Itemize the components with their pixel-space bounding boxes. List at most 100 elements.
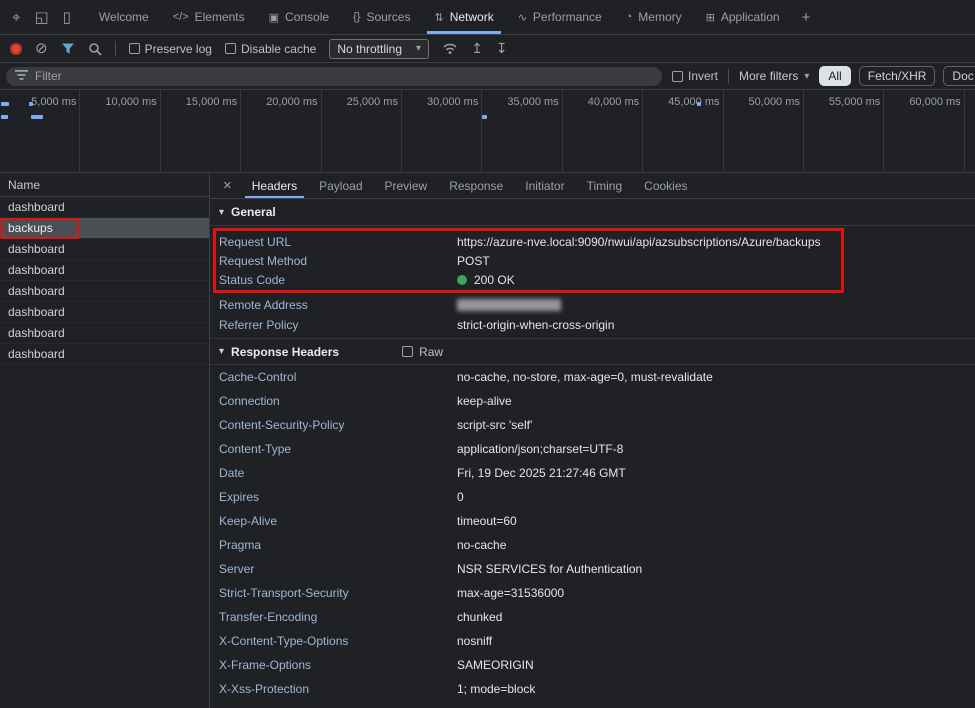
- headers-content[interactable]: ▾ General Request URL https://azure-nve.…: [210, 199, 975, 708]
- details-tab[interactable]: Cookies: [633, 173, 698, 198]
- more-filters-label: More filters: [739, 69, 798, 83]
- memory-icon: ◔: [626, 11, 633, 23]
- response-headers-section-title: Response Headers: [231, 345, 339, 359]
- timeline-request-mark[interactable]: [482, 115, 487, 119]
- tab-label: Welcome: [99, 10, 149, 24]
- request-row[interactable]: dashboard: [0, 344, 209, 365]
- devtools-tab[interactable]: ⊞ Application: [694, 0, 792, 34]
- filter-funnel-icon[interactable]: [61, 42, 75, 55]
- inspect-icon[interactable]: ⌖: [12, 10, 20, 25]
- preserve-log-checkbox[interactable]: Preserve log: [129, 42, 212, 56]
- details-tab-label: Initiator: [525, 179, 564, 193]
- header-name: Date: [219, 466, 457, 480]
- header-value: 0: [457, 490, 464, 504]
- dock-side-icon[interactable]: ▯: [63, 10, 71, 25]
- performance-icon: ∿: [518, 11, 527, 24]
- export-har-icon[interactable]: ↧: [496, 40, 508, 57]
- record-button[interactable]: [10, 43, 22, 55]
- filter-input[interactable]: [35, 69, 653, 83]
- clear-log-icon[interactable]: ⊘: [35, 41, 48, 56]
- import-har-icon[interactable]: ↥: [471, 40, 483, 57]
- raw-checkbox[interactable]: Raw: [402, 345, 443, 359]
- filter-field[interactable]: [6, 67, 662, 86]
- network-main: Name dashboard backups dashboard dashboa…: [0, 173, 975, 708]
- header-name: X-Frame-Options: [219, 658, 457, 672]
- request-row[interactable]: dashboard: [0, 197, 209, 218]
- filter-bar: Invert More filters ▾ All Fetch/XHR Doc: [0, 63, 975, 90]
- details-tab[interactable]: Timing: [576, 173, 634, 198]
- tab-label: Memory: [638, 10, 681, 24]
- disable-cache-checkbox[interactable]: Disable cache: [225, 42, 316, 56]
- header-name: Status Code: [219, 273, 457, 287]
- request-row[interactable]: dashboard: [0, 302, 209, 323]
- network-toolbar: ⊘ Preserve log Disable cache No throttli…: [0, 35, 975, 63]
- details-tab[interactable]: Payload: [308, 173, 373, 198]
- device-toolbar-icon[interactable]: ◱: [34, 10, 48, 25]
- checkbox-box[interactable]: [402, 346, 413, 357]
- redacted-value: [457, 299, 561, 311]
- details-tab-label: Preview: [385, 179, 428, 193]
- general-section-title: General: [231, 205, 276, 219]
- checkbox-box[interactable]: [225, 43, 236, 54]
- devtools-tab[interactable]: {} Sources: [341, 0, 422, 34]
- request-row-label: backups: [8, 221, 53, 235]
- general-row: Request Method POST: [216, 251, 841, 270]
- checkbox-box[interactable]: [129, 43, 140, 54]
- devtools-tab[interactable]: ∿ Performance: [506, 0, 614, 34]
- timeline-request-mark[interactable]: [1, 102, 9, 106]
- filter-chip[interactable]: Doc: [943, 66, 975, 86]
- devtools-tab[interactable]: ▣ Console: [257, 0, 341, 34]
- devtools-tabbar: ⌖ ◱ ▯ Welcome </> Elements ▣ Console: [0, 0, 975, 35]
- devtools-tab[interactable]: Welcome: [87, 0, 161, 34]
- request-row-selected[interactable]: backups: [0, 218, 209, 239]
- header-value: [457, 298, 561, 312]
- general-row: Referrer Policy strict-origin-when-cross…: [210, 315, 975, 335]
- timeline-request-mark[interactable]: [1, 115, 8, 119]
- request-row[interactable]: dashboard: [0, 239, 209, 260]
- details-tab[interactable]: Initiator: [514, 173, 575, 198]
- checkbox-box[interactable]: [672, 71, 683, 82]
- general-section-header[interactable]: ▾ General: [210, 199, 975, 226]
- more-tabs-button[interactable]: +: [792, 0, 821, 34]
- header-value: script-src 'self': [457, 418, 532, 432]
- tab-label: Sources: [366, 10, 410, 24]
- devtools-window: ⌖ ◱ ▯ Welcome </> Elements ▣ Console: [0, 0, 975, 708]
- response-headers-section-header[interactable]: ▾ Response Headers Raw: [210, 338, 975, 365]
- devtools-tab[interactable]: ◔ Memory: [614, 0, 694, 34]
- triangle-down-icon: ▾: [219, 207, 224, 218]
- details-tab[interactable]: Preview: [374, 173, 439, 198]
- invert-checkbox[interactable]: Invert: [672, 69, 718, 83]
- timeline-overview[interactable]: 5,000 ms 10,000 ms 15,000 ms 20,000 ms 2…: [0, 90, 975, 173]
- name-column-header[interactable]: Name: [0, 173, 209, 197]
- response-header-row: X-Content-Type-Options nosniff: [210, 629, 975, 653]
- response-header-row: X-Xss-Protection 1; mode=block: [210, 677, 975, 701]
- timeline-request-mark[interactable]: [29, 102, 33, 106]
- devtools-tab[interactable]: </> Elements: [161, 0, 257, 34]
- response-header-row: Transfer-Encoding chunked: [210, 605, 975, 629]
- network-conditions-icon[interactable]: [442, 42, 458, 55]
- tab-label: Elements: [195, 10, 245, 24]
- filter-chip[interactable]: Fetch/XHR: [859, 66, 936, 86]
- devtools-tab[interactable]: ⇅ Network: [422, 0, 505, 34]
- response-header-row: X-Frame-Options SAMEORIGIN: [210, 653, 975, 677]
- details-tab-label: Cookies: [644, 179, 687, 193]
- header-value: POST: [457, 254, 490, 268]
- close-icon[interactable]: ×: [214, 173, 241, 198]
- header-value: nosniff: [457, 634, 492, 648]
- throttling-select[interactable]: No throttling ▾: [329, 39, 429, 59]
- annotation-box-general: Request URL https://azure-nve.local:9090…: [213, 228, 844, 293]
- details-tab[interactable]: Headers: [241, 173, 308, 198]
- header-value: 200 OK: [457, 273, 515, 287]
- more-filters-button[interactable]: More filters ▾: [739, 69, 809, 83]
- filter-list-icon: [15, 69, 28, 83]
- request-row[interactable]: dashboard: [0, 260, 209, 281]
- details-tab[interactable]: Response: [438, 173, 514, 198]
- timeline-request-mark[interactable]: [697, 102, 701, 106]
- chip-label: All: [828, 69, 841, 83]
- request-row[interactable]: dashboard: [0, 323, 209, 344]
- search-icon[interactable]: [88, 42, 102, 56]
- filter-chip[interactable]: All: [819, 66, 850, 86]
- header-name: Server: [219, 562, 457, 576]
- timeline-request-mark[interactable]: [31, 115, 43, 119]
- request-row[interactable]: dashboard: [0, 281, 209, 302]
